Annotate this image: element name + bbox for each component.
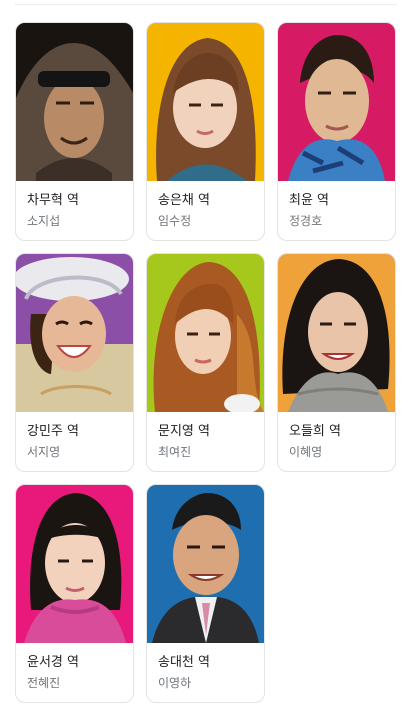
cast-card[interactable]: 윤서경 역 전혜진 — [15, 484, 134, 703]
cast-card[interactable]: 송대천 역 이영하 — [146, 484, 265, 703]
role-name: 강민주 역 — [27, 424, 79, 439]
actor-name: 이혜영 — [289, 445, 323, 459]
actor-name: 서지영 — [27, 445, 61, 459]
cast-card[interactable]: 차무혁 역 소지섭 — [15, 22, 134, 241]
role-name: 윤서경 역 — [27, 655, 79, 670]
actor-name: 임수정 — [158, 214, 192, 228]
role-name: 송대천 역 — [158, 655, 210, 670]
actor-name: 소지섭 — [27, 214, 61, 228]
role-name: 송은채 역 — [158, 193, 210, 208]
cast-card[interactable]: 오들희 역 이혜영 — [277, 253, 396, 472]
cast-photo[interactable] — [278, 254, 395, 412]
role-name: 최윤 역 — [289, 193, 330, 208]
cast-photo[interactable] — [147, 485, 264, 643]
cast-photo[interactable] — [16, 23, 133, 181]
cast-photo[interactable] — [147, 254, 264, 412]
cast-card[interactable]: 최윤 역 정경호 — [277, 22, 396, 241]
cast-card[interactable]: 문지영 역 최여진 — [146, 253, 265, 472]
cast-photo[interactable] — [16, 254, 133, 412]
cast-photo[interactable] — [147, 23, 264, 181]
cast-grid: 차무혁 역 소지섭 송은채 역 임수정 최윤 역 정경호 강민주 역 서지영 문… — [15, 22, 396, 703]
top-divider — [15, 4, 397, 5]
cast-photo[interactable] — [16, 485, 133, 643]
cast-photo[interactable] — [278, 23, 395, 181]
actor-name: 이영하 — [158, 676, 192, 690]
role-name: 오들희 역 — [289, 424, 341, 439]
role-name: 문지영 역 — [158, 424, 210, 439]
cast-card[interactable]: 강민주 역 서지영 — [15, 253, 134, 472]
cast-card[interactable]: 송은채 역 임수정 — [146, 22, 265, 241]
actor-name: 정경호 — [289, 214, 323, 228]
actor-name: 최여진 — [158, 445, 192, 459]
role-name: 차무혁 역 — [27, 193, 79, 208]
actor-name: 전혜진 — [27, 676, 61, 690]
